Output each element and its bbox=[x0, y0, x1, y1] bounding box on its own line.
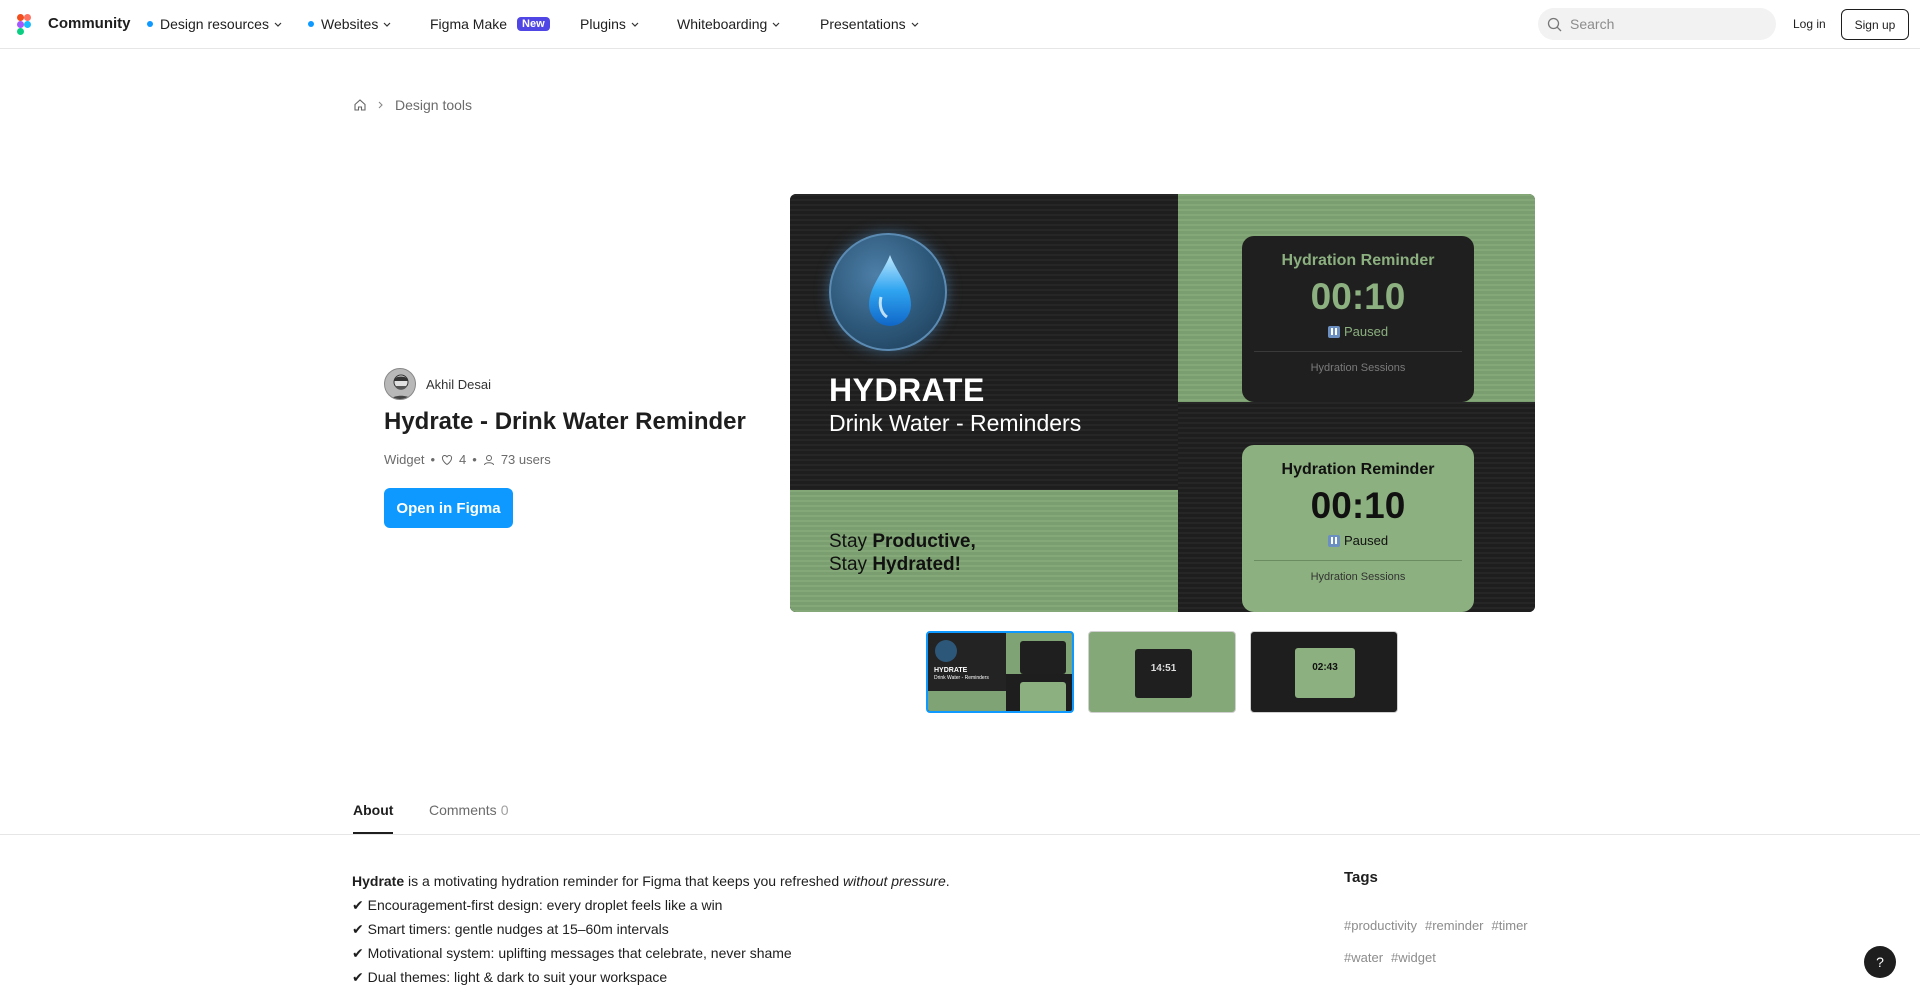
nav-label: Design resources bbox=[160, 16, 269, 32]
thumbnail-1[interactable]: HYDRATE Drink Water - Reminders bbox=[926, 631, 1074, 713]
hero-preview[interactable]: HYDRATE Drink Water - Reminders Stay Pro… bbox=[790, 194, 1535, 612]
hero-heading: HYDRATE bbox=[829, 372, 985, 408]
nav-figma-make[interactable]: Figma Make New bbox=[430, 16, 550, 32]
product-meta: Widget • 4 • 73 users bbox=[384, 452, 551, 467]
author-name: Akhil Desai bbox=[426, 376, 492, 392]
top-navigation: Community Design resources Websites Figm… bbox=[0, 0, 1920, 49]
tab-about[interactable]: About bbox=[353, 802, 394, 834]
tags-list: #productivity #reminder #timer #water #widg… bbox=[1344, 910, 1564, 974]
author-info[interactable]: Akhil Desai bbox=[384, 368, 491, 400]
reminder-card-light: Hydration Reminder 00:10 Paused Hydratio… bbox=[1242, 445, 1474, 612]
tag-link[interactable]: #widget bbox=[1391, 950, 1436, 965]
separator: • bbox=[472, 452, 477, 467]
nav-whiteboarding[interactable]: Whiteboarding bbox=[677, 16, 781, 32]
nav-label: Websites bbox=[321, 16, 379, 32]
tabs-divider bbox=[0, 834, 1920, 835]
search-box[interactable] bbox=[1538, 8, 1776, 40]
heart-icon[interactable] bbox=[441, 454, 453, 466]
hero-tagline: Stay Productive, Stay Hydrated! bbox=[829, 531, 976, 575]
card-timer: 00:10 bbox=[1310, 276, 1406, 317]
nav-presentations[interactable]: Presentations bbox=[820, 16, 920, 32]
avatar bbox=[384, 368, 416, 400]
tab-comments[interactable]: Comments 0 bbox=[429, 802, 508, 818]
hero-subheading: Drink Water - Reminders bbox=[829, 410, 1082, 436]
about-point: ✔ Smart timers: gentle nudges at 15–60m … bbox=[352, 921, 669, 937]
login-link[interactable]: Log in bbox=[1793, 17, 1826, 31]
chevron-down-icon bbox=[274, 22, 282, 27]
chevron-down-icon bbox=[911, 22, 919, 27]
about-intro: Hydrate is a motivating hydration remind… bbox=[352, 873, 950, 889]
breadcrumb-design-tools[interactable]: Design tools bbox=[395, 97, 472, 113]
about-point: ✔ Dual themes: light & dark to suit your… bbox=[352, 969, 668, 985]
open-in-figma-button[interactable]: Open in Figma bbox=[384, 488, 513, 528]
dot-indicator bbox=[147, 21, 153, 27]
card-title: Hydration Reminder bbox=[1281, 461, 1435, 478]
separator: • bbox=[430, 452, 436, 467]
tag-link[interactable]: #productivity bbox=[1344, 918, 1417, 933]
chevron-down-icon bbox=[631, 22, 639, 27]
chevron-down-icon bbox=[383, 22, 391, 27]
chevron-right-icon bbox=[378, 101, 383, 109]
pause-icon bbox=[1327, 534, 1340, 547]
card-status: Paused bbox=[1242, 324, 1474, 339]
thumbnail-3[interactable]: 02:43 bbox=[1250, 631, 1398, 713]
thumbnail-timer: 14:51 bbox=[1150, 663, 1177, 674]
tags-heading: Tags bbox=[1344, 869, 1378, 886]
nav-label: Presentations bbox=[820, 16, 906, 32]
nav-plugins[interactable]: Plugins bbox=[580, 16, 640, 32]
pause-icon bbox=[1327, 325, 1340, 338]
community-link[interactable]: Community bbox=[48, 15, 131, 32]
user-icon bbox=[483, 454, 494, 465]
card-status: Paused bbox=[1242, 533, 1474, 548]
nav-design-resources[interactable]: Design resources bbox=[147, 16, 283, 32]
card-footer: Hydration Sessions bbox=[1310, 571, 1406, 583]
signup-button[interactable]: Sign up bbox=[1841, 9, 1909, 40]
tag-link[interactable]: #reminder bbox=[1425, 918, 1484, 933]
tag-link[interactable]: #water bbox=[1344, 950, 1383, 965]
dot-indicator bbox=[308, 21, 314, 27]
user-count: 73 users bbox=[500, 452, 551, 467]
search-icon bbox=[1547, 17, 1562, 31]
card-footer: Hydration Sessions bbox=[1310, 362, 1406, 374]
nav-label: Figma Make bbox=[430, 16, 508, 32]
home-icon[interactable] bbox=[353, 98, 367, 112]
new-badge: New bbox=[517, 17, 550, 31]
product-type: Widget bbox=[384, 452, 425, 467]
nav-websites[interactable]: Websites bbox=[308, 16, 392, 32]
nav-label: Plugins bbox=[580, 16, 626, 32]
like-count: 4 bbox=[459, 452, 467, 467]
chevron-down-icon bbox=[772, 22, 780, 27]
thumbnail-2[interactable]: 14:51 bbox=[1088, 631, 1236, 713]
figma-logo-icon[interactable] bbox=[17, 14, 31, 35]
page-title: Hydrate - Drink Water Reminder bbox=[384, 408, 746, 435]
water-drop-icon bbox=[829, 233, 947, 351]
tag-link[interactable]: #timer bbox=[1492, 918, 1528, 933]
card-timer: 00:10 bbox=[1310, 485, 1406, 526]
search-input[interactable] bbox=[1570, 16, 1770, 32]
nav-label: Whiteboarding bbox=[677, 16, 768, 32]
comments-count: 0 bbox=[500, 802, 509, 818]
help-button[interactable]: ? bbox=[1864, 946, 1896, 978]
thumbnail-timer: 02:43 bbox=[1312, 662, 1338, 673]
about-point: ✔ Motivational system: uplifting message… bbox=[352, 945, 792, 961]
divider bbox=[1254, 351, 1462, 352]
about-description: Hydrate is a motivating hydration remind… bbox=[352, 869, 950, 989]
card-title: Hydration Reminder bbox=[1281, 252, 1435, 269]
divider bbox=[1254, 560, 1462, 561]
reminder-card-dark: Hydration Reminder 00:10 Paused Hydratio… bbox=[1242, 236, 1474, 402]
breadcrumb: Design tools bbox=[353, 97, 472, 113]
about-point: ✔ Encouragement-first design: every drop… bbox=[352, 897, 723, 913]
